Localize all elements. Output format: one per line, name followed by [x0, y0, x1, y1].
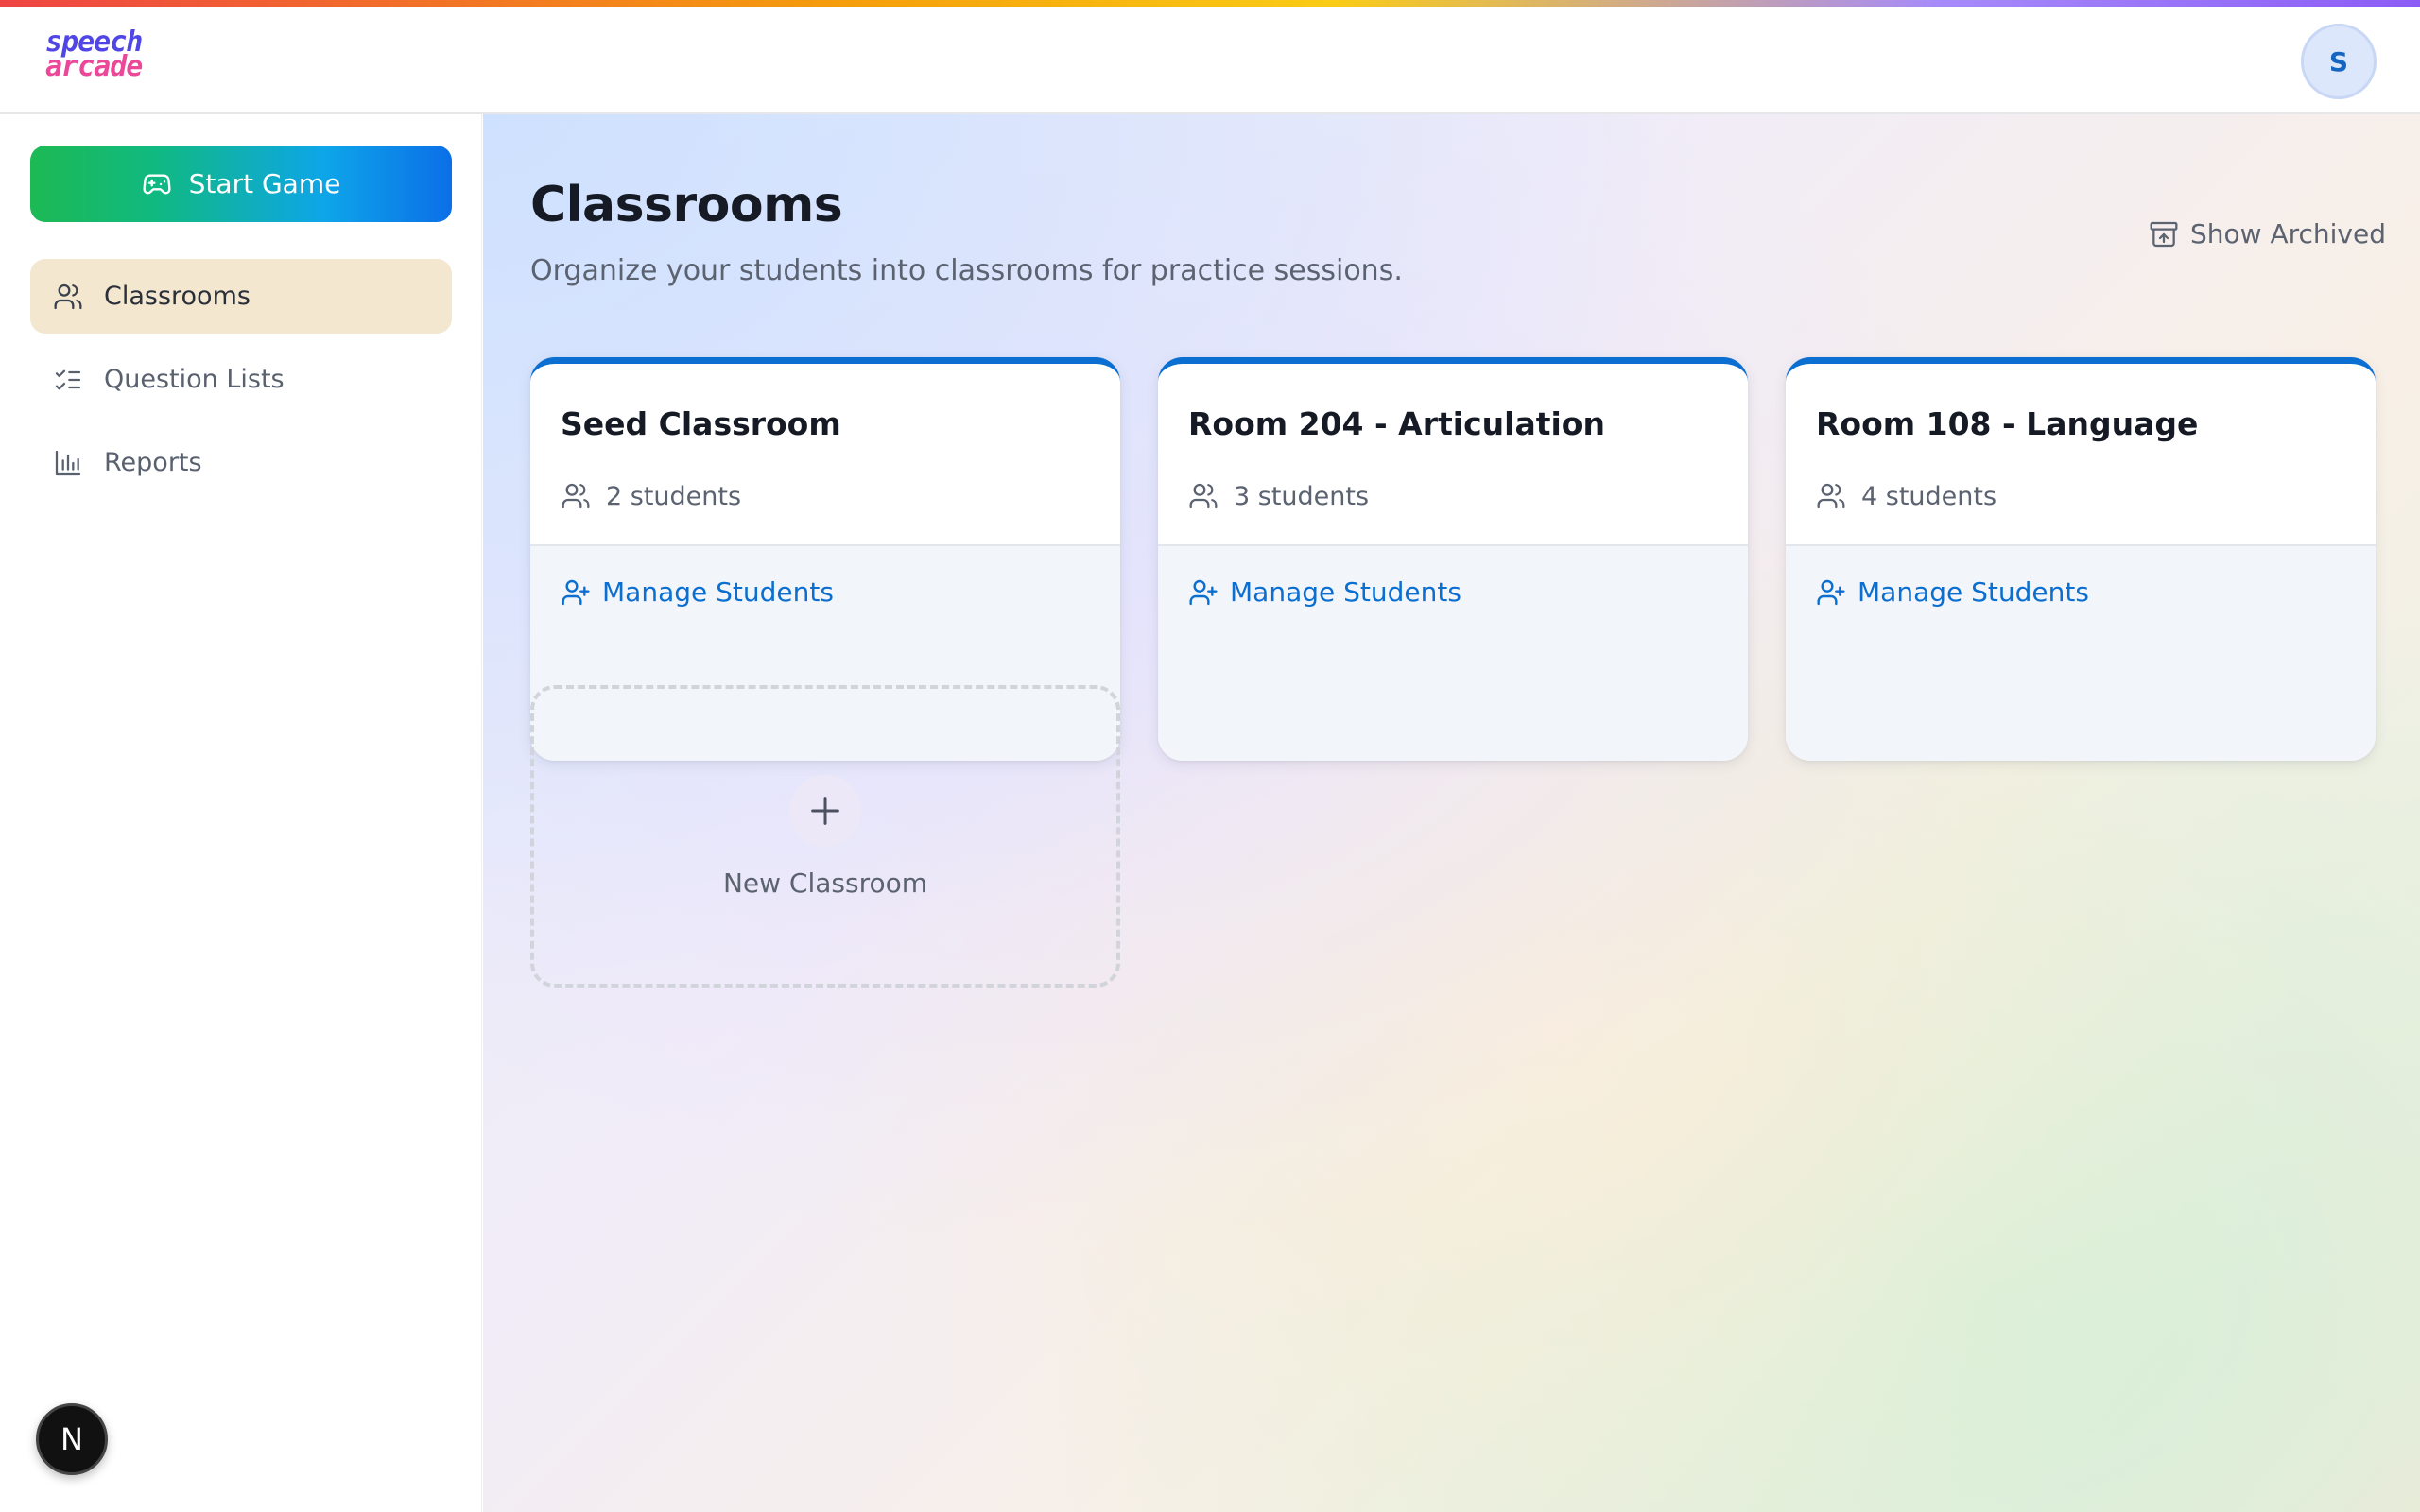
student-count: 3 students: [1188, 481, 1369, 511]
bar-chart-icon: [55, 450, 81, 475]
user-plus-icon: [1189, 579, 1218, 605]
student-count: 2 students: [561, 481, 741, 511]
top-color-stripe: [0, 0, 2420, 7]
manage-students-button[interactable]: Manage Students: [561, 576, 834, 608]
classroom-name: Seed Classroom: [561, 405, 841, 442]
user-avatar[interactable]: S: [2301, 24, 2377, 99]
sidebar-item-label: Question Lists: [104, 365, 285, 394]
sidebar-item-label: Reports: [104, 448, 202, 477]
classroom-card[interactable]: Room 108 - Language 4 students Manage St…: [1786, 357, 2376, 761]
list-checks-icon: [55, 369, 81, 389]
student-count: 4 students: [1816, 481, 1996, 511]
manage-students-label: Manage Students: [602, 576, 834, 608]
sidebar-item-question-lists[interactable]: Question Lists: [30, 342, 452, 417]
speech-arcade-logo[interactable]: speech arcade: [45, 28, 178, 88]
student-count-label: 2 students: [606, 481, 742, 511]
manage-students-button[interactable]: Manage Students: [1188, 576, 1461, 608]
start-game-label: Start Game: [188, 168, 341, 199]
user-plus-icon: [1817, 579, 1845, 605]
card-footer: Manage Students: [1158, 544, 1748, 761]
classroom-name: Room 108 - Language: [1816, 405, 2199, 442]
page-subtitle: Organize your students into classrooms f…: [530, 254, 1403, 287]
sidebar-item-classrooms[interactable]: Classrooms: [30, 259, 452, 334]
gamepad-icon: [143, 173, 171, 195]
student-count-label: 3 students: [1234, 481, 1370, 511]
start-game-button[interactable]: Start Game: [30, 146, 452, 222]
users-icon: [1817, 483, 1845, 509]
users-icon: [1189, 483, 1218, 509]
manage-students-label: Manage Students: [1858, 576, 2089, 608]
show-archived-button[interactable]: Show Archived: [2149, 218, 2386, 249]
classroom-card[interactable]: Room 204 - Articulation 3 students Manag…: [1158, 357, 1748, 761]
student-count-label: 4 students: [1861, 481, 1997, 511]
plus-icon: [811, 796, 839, 825]
users-icon: [562, 483, 590, 509]
sidebar: Start Game Classrooms Question Lists Rep…: [0, 114, 482, 1512]
users-icon: [54, 284, 82, 309]
app-header: speech arcade S: [0, 7, 2420, 114]
manage-students-button[interactable]: Manage Students: [1816, 576, 2089, 608]
main-content: Classrooms Organize your students into c…: [483, 114, 2420, 1512]
dev-tools-badge[interactable]: N: [36, 1403, 108, 1475]
show-archived-label: Show Archived: [2190, 218, 2386, 249]
archive-icon: [2150, 221, 2178, 247]
card-footer: Manage Students: [1786, 544, 2376, 761]
page-title: Classrooms: [530, 177, 843, 233]
new-classroom-label: New Classroom: [722, 867, 928, 899]
user-plus-icon: [562, 579, 590, 605]
new-classroom-button[interactable]: New Classroom: [530, 685, 1120, 988]
sidebar-item-reports[interactable]: Reports: [30, 425, 452, 500]
classroom-name: Room 204 - Articulation: [1188, 405, 1605, 442]
logo-line-2: arcade: [45, 50, 143, 83]
sidebar-item-label: Classrooms: [104, 282, 251, 311]
plus-icon-container: [789, 774, 861, 847]
manage-students-label: Manage Students: [1230, 576, 1461, 608]
